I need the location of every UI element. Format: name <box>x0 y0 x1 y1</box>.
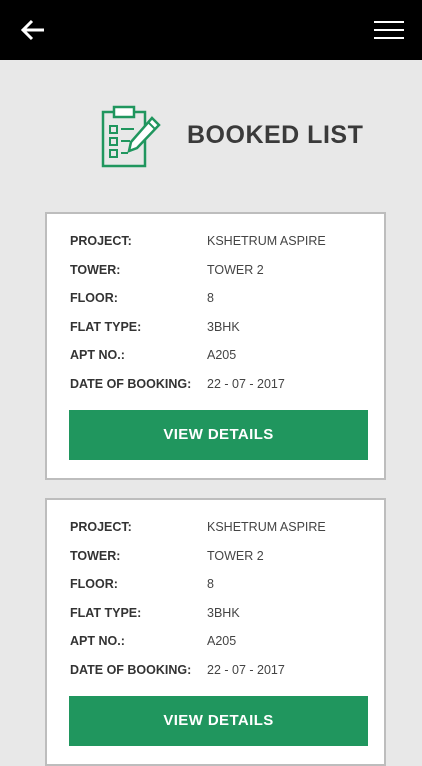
view-details-button[interactable]: VIEW DETAILS <box>69 696 368 746</box>
project-row: PROJECT: KSHETRUM ASPIRE <box>70 520 370 540</box>
booking-card: PROJECT: KSHETRUM ASPIRE TOWER: TOWER 2 … <box>45 212 386 480</box>
floor-row: FLOOR: 8 <box>70 291 370 311</box>
field-value: A205 <box>207 634 237 648</box>
field-label: TOWER: <box>70 262 121 277</box>
field-label: PROJECT: <box>70 234 132 248</box>
apt-no-row: APT NO.: A205 <box>70 634 370 654</box>
flat-type-row: FLAT TYPE: 3BHK <box>70 320 370 340</box>
floor-row: FLOOR: 8 <box>70 577 370 597</box>
field-value: A205 <box>207 348 237 362</box>
back-button[interactable] <box>18 16 48 44</box>
page-title: BOOKED LIST <box>187 121 364 149</box>
field-value: 8 <box>207 291 214 305</box>
back-arrow-icon <box>20 19 44 41</box>
tower-row: TOWER: TOWER 2 <box>70 549 370 569</box>
field-value: 22 - 07 - 2017 <box>207 376 285 391</box>
field-label: APT NO.: <box>70 348 125 362</box>
tower-row: TOWER: TOWER 2 <box>70 263 370 283</box>
clipboard-edit-icon <box>101 105 161 168</box>
field-value: KSHETRUM ASPIRE <box>207 520 326 534</box>
field-value: 3BHK <box>207 605 240 620</box>
field-label: FLOOR: <box>70 291 118 305</box>
project-row: PROJECT: KSHETRUM ASPIRE <box>70 234 370 254</box>
view-details-button[interactable]: VIEW DETAILS <box>69 410 368 460</box>
apt-no-row: APT NO.: A205 <box>70 348 370 368</box>
field-label: TOWER: <box>70 548 121 563</box>
field-value: TOWER 2 <box>207 262 264 277</box>
booking-card: PROJECT: KSHETRUM ASPIRE TOWER: TOWER 2 … <box>45 498 386 766</box>
hamburger-menu-button[interactable] <box>374 18 404 42</box>
hamburger-menu-icon <box>374 21 404 23</box>
field-label: DATE OF BOOKING: <box>70 376 192 391</box>
field-label: FLAT TYPE: <box>70 605 142 620</box>
field-value: KSHETRUM ASPIRE <box>207 234 326 248</box>
field-label: FLAT TYPE: <box>70 319 142 334</box>
field-label: APT NO.: <box>70 634 125 648</box>
field-label: FLOOR: <box>70 577 118 591</box>
field-value: 22 - 07 - 2017 <box>207 662 285 677</box>
field-value: TOWER 2 <box>207 548 264 563</box>
top-app-bar <box>0 0 422 60</box>
date-of-booking-row: DATE OF BOOKING: 22 - 07 - 2017 <box>70 377 370 397</box>
flat-type-row: FLAT TYPE: 3BHK <box>70 606 370 626</box>
field-label: PROJECT: <box>70 520 132 534</box>
field-value: 3BHK <box>207 319 240 334</box>
date-of-booking-row: DATE OF BOOKING: 22 - 07 - 2017 <box>70 663 370 683</box>
field-label: DATE OF BOOKING: <box>70 662 192 677</box>
field-value: 8 <box>207 577 214 591</box>
page-header: BOOKED LIST <box>0 104 422 170</box>
